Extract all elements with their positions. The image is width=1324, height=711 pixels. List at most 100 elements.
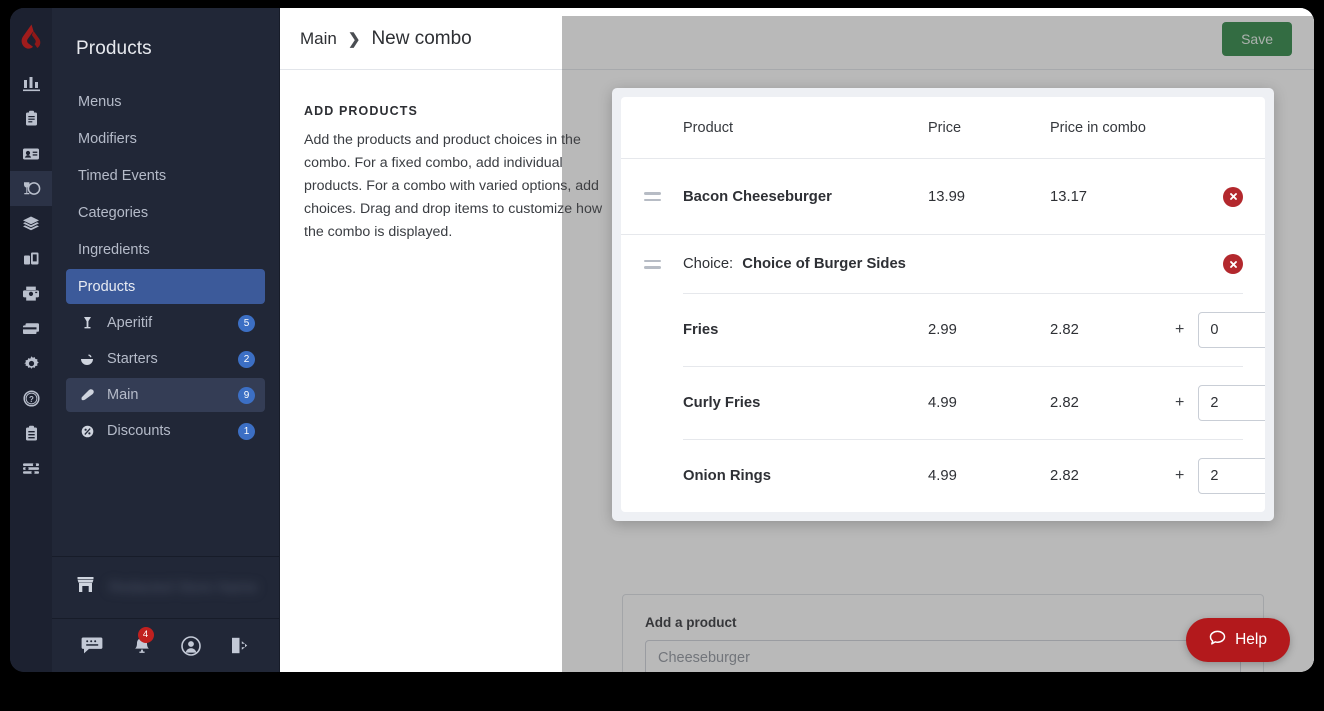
sidebar-item-timed-events[interactable]: Timed Events bbox=[66, 158, 265, 193]
product-price: 13.99 bbox=[928, 189, 1050, 205]
chart-bar-icon[interactable] bbox=[10, 66, 52, 101]
option-price: 2.99 bbox=[928, 322, 1050, 338]
bowl-icon bbox=[78, 350, 96, 368]
payment-card-icon[interactable] bbox=[10, 311, 52, 346]
sidebar-item-main[interactable]: Main 9 bbox=[66, 378, 265, 412]
sidebar: Products Menus Modifiers Timed Events Ca… bbox=[52, 8, 280, 672]
product-name: Bacon Cheeseburger bbox=[683, 189, 928, 205]
choice-prefix: Choice: bbox=[683, 256, 733, 272]
devices-icon[interactable] bbox=[10, 241, 52, 276]
products-table-card: Product Price Price in combo Bacon Chees… bbox=[621, 97, 1265, 512]
sidebar-item-categories[interactable]: Categories bbox=[66, 195, 265, 230]
sidebar-item-label: Aperitif bbox=[107, 315, 238, 331]
list-settings-icon[interactable] bbox=[10, 451, 52, 486]
sidebar-nav: Menus Modifiers Timed Events Categories … bbox=[52, 82, 279, 556]
sidebar-item-label: Products bbox=[78, 279, 135, 295]
printer-icon[interactable] bbox=[10, 276, 52, 311]
table-row-product: Bacon Cheeseburger 13.99 13.17 bbox=[621, 159, 1265, 235]
breadcrumb-current: New combo bbox=[371, 28, 471, 50]
sidebar-item-label: Menus bbox=[78, 94, 122, 110]
option-price-in-combo: 2.82 bbox=[1050, 468, 1175, 484]
id-card-icon[interactable] bbox=[10, 136, 52, 171]
sidebar-item-ingredients[interactable]: Ingredients bbox=[66, 232, 265, 267]
help-circle-icon[interactable]: ? bbox=[10, 381, 52, 416]
discount-icon bbox=[78, 422, 96, 440]
choice-options-list: Fries 2.99 2.82 + Curly Fries 4.99 2.82 bbox=[621, 293, 1265, 512]
option-quantity-input[interactable] bbox=[1198, 385, 1265, 421]
top-bar: Main ❯ New combo Save bbox=[280, 8, 1314, 70]
sidebar-item-label: Main bbox=[107, 387, 238, 403]
sidebar-item-badge: 1 bbox=[238, 423, 255, 440]
column-header-price: Price bbox=[928, 120, 1050, 136]
speech-bubble-icon bbox=[1209, 630, 1226, 651]
clipboard-icon[interactable] bbox=[10, 101, 52, 136]
sidebar-bottom-bar: 4 bbox=[52, 618, 279, 672]
section-description: Add the products and product choices in … bbox=[304, 129, 622, 244]
breadcrumb-separator-icon: ❯ bbox=[348, 30, 361, 48]
grip-lines bbox=[644, 192, 661, 201]
table-header-row: Product Price Price in combo bbox=[621, 97, 1265, 159]
option-quantity-input[interactable] bbox=[1198, 458, 1265, 494]
plus-sign-icon: + bbox=[1175, 467, 1184, 485]
notifications-bell-icon[interactable]: 4 bbox=[132, 636, 152, 656]
add-product-block: Add a product Cheeseburger bbox=[622, 594, 1264, 672]
sidebar-item-starters[interactable]: Starters 2 bbox=[66, 342, 265, 376]
drag-handle-icon[interactable] bbox=[621, 260, 683, 269]
help-widget-label: Help bbox=[1235, 631, 1267, 649]
sidebar-item-badge: 2 bbox=[238, 351, 255, 368]
remove-choice-button[interactable] bbox=[1223, 254, 1243, 274]
sidebar-title: Products bbox=[52, 8, 279, 82]
cocktail-icon bbox=[78, 314, 96, 332]
remove-product-button[interactable] bbox=[1223, 187, 1243, 207]
sidebar-item-label: Timed Events bbox=[78, 168, 166, 184]
help-widget-button[interactable]: Help bbox=[1186, 618, 1290, 662]
logout-icon[interactable] bbox=[230, 636, 251, 655]
clipboard-list-icon[interactable] bbox=[10, 416, 52, 451]
icon-rail: ? bbox=[10, 8, 52, 672]
option-name: Onion Rings bbox=[683, 468, 928, 484]
choice-option-row: Curly Fries 4.99 2.82 + bbox=[683, 366, 1243, 439]
option-quantity-input[interactable] bbox=[1198, 312, 1265, 348]
sidebar-item-modifiers[interactable]: Modifiers bbox=[66, 121, 265, 156]
product-price-in-combo: 13.17 bbox=[1050, 189, 1175, 205]
option-price-in-combo: 2.82 bbox=[1050, 395, 1175, 411]
column-header-product: Product bbox=[683, 120, 928, 136]
plus-sign-icon: + bbox=[1175, 321, 1184, 339]
add-product-placeholder: Cheeseburger bbox=[658, 650, 750, 666]
table-row-choice-group: Choice: Choice of Burger Sides Fries 2.9… bbox=[621, 235, 1265, 512]
save-button[interactable]: Save bbox=[1222, 22, 1292, 56]
option-name: Curly Fries bbox=[683, 395, 928, 411]
option-price: 4.99 bbox=[928, 395, 1050, 411]
messages-icon[interactable] bbox=[81, 636, 103, 655]
sidebar-item-menus[interactable]: Menus bbox=[66, 84, 265, 119]
option-price-in-combo: 2.82 bbox=[1050, 322, 1175, 338]
sidebar-item-label: Discounts bbox=[107, 423, 238, 439]
sidebar-item-aperitif[interactable]: Aperitif 5 bbox=[66, 306, 265, 340]
sidebar-item-discounts[interactable]: Discounts 1 bbox=[66, 414, 265, 448]
products-panel: Product Price Price in combo Bacon Chees… bbox=[612, 88, 1274, 521]
breadcrumb-parent[interactable]: Main bbox=[300, 29, 337, 49]
gear-icon[interactable] bbox=[10, 346, 52, 381]
sidebar-item-badge: 9 bbox=[238, 387, 255, 404]
layers-icon[interactable] bbox=[10, 206, 52, 241]
sidebar-item-label: Categories bbox=[78, 205, 148, 221]
store-icon bbox=[76, 576, 95, 599]
store-name: Redacted Store Name bbox=[109, 579, 257, 596]
lightspeed-flame-logo[interactable] bbox=[10, 8, 52, 66]
option-price: 4.99 bbox=[928, 468, 1050, 484]
add-product-select[interactable]: Cheeseburger bbox=[645, 640, 1241, 672]
wine-glass-icon[interactable] bbox=[10, 171, 52, 206]
sidebar-item-badge: 5 bbox=[238, 315, 255, 332]
section-title: ADD PRODUCTS bbox=[304, 104, 622, 118]
svg-text:?: ? bbox=[29, 395, 34, 404]
breadcrumb: Main ❯ New combo bbox=[300, 28, 472, 50]
main-dish-icon bbox=[78, 386, 96, 404]
choice-header-row: Choice: Choice of Burger Sides bbox=[621, 235, 1265, 293]
store-selector[interactable]: Redacted Store Name bbox=[52, 556, 279, 618]
sidebar-item-products[interactable]: Products bbox=[66, 269, 265, 304]
plus-sign-icon: + bbox=[1175, 394, 1184, 412]
add-products-description: ADD PRODUCTS Add the products and produc… bbox=[304, 104, 622, 244]
drag-handle-icon[interactable] bbox=[621, 192, 683, 201]
sidebar-item-label: Starters bbox=[107, 351, 238, 367]
user-account-icon[interactable] bbox=[181, 636, 201, 656]
